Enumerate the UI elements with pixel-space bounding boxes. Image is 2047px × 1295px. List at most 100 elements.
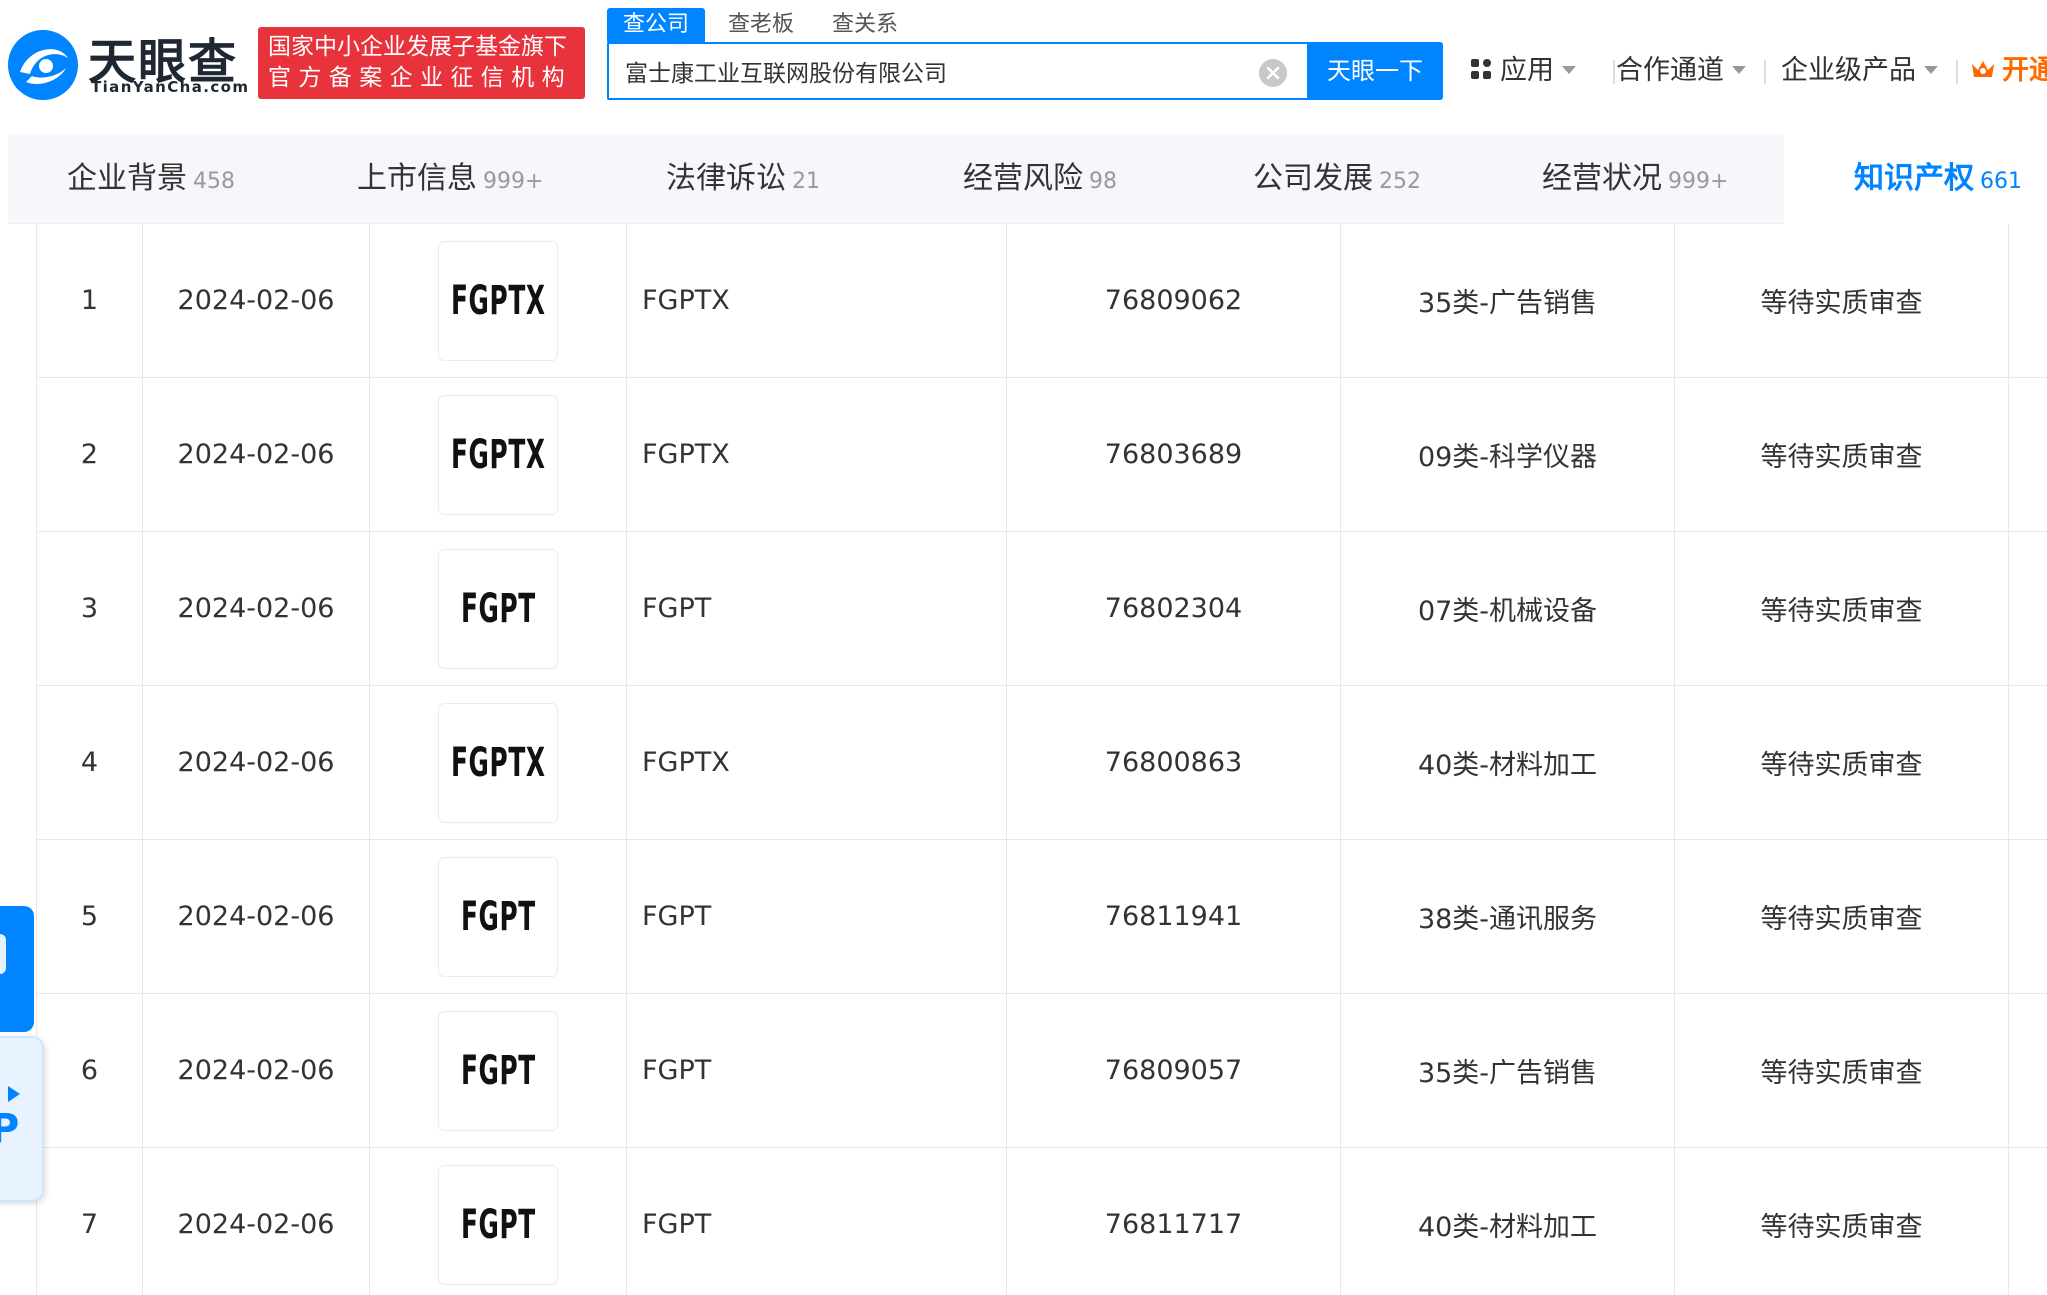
trademark-status: 等待实质审查 (1675, 224, 2009, 377)
registration-number: 76811717 (1007, 1148, 1341, 1295)
search-input[interactable] (625, 53, 1245, 89)
side-service-widget[interactable] (0, 906, 34, 1032)
tab-business-status[interactable]: 经营状况 999+ (1542, 134, 1728, 224)
international-class: 35类-广告销售 (1341, 994, 1675, 1147)
nav-partner-label: 合作通道 (1616, 55, 1724, 86)
trademark-image[interactable]: FGPTX (438, 240, 558, 361)
tianyancha-logo-icon[interactable] (6, 28, 80, 102)
nav-apps-label: 应用 (1500, 55, 1554, 86)
tab-company-development[interactable]: 公司发展 252 (1253, 134, 1421, 224)
trademark-name[interactable]: FGPT (627, 840, 1007, 993)
trademark-image[interactable]: FGPT (438, 856, 558, 977)
tab-listing-info[interactable]: 上市信息 999+ (357, 134, 543, 224)
nav-divider (1613, 60, 1615, 84)
application-date: 2024-02-06 (143, 224, 370, 377)
tab-intellectual-property[interactable]: 知识产权 661 (1784, 134, 2047, 224)
row-index: 7 (37, 1148, 143, 1295)
trademark-image[interactable]: FGPT (438, 548, 558, 669)
table-row: 2 2024-02-06 FGPTX FGPTX 76803689 09类-科学… (37, 378, 2047, 532)
search-button[interactable]: 天眼一下 (1307, 42, 1443, 100)
trademark-image[interactable]: FGPTX (438, 702, 558, 823)
search-tab-company[interactable]: 查公司 (607, 8, 706, 42)
tab-count: 21 (792, 169, 820, 194)
trademark-image[interactable]: FGPTX (438, 394, 558, 515)
official-badge: 国家中小企业发展子基金旗下 官方备案企业征信机构 (258, 27, 585, 99)
registration-number: 76811941 (1007, 840, 1341, 993)
trademark-name[interactable]: FGPTX (627, 686, 1007, 839)
tab-company-background[interactable]: 企业背景 458 (67, 134, 235, 224)
table-row: 7 2024-02-06 FGPT FGPT 76811717 40类-材料加工… (37, 1148, 2047, 1295)
tab-label: 上市信息 (357, 161, 477, 196)
row-index: 5 (37, 840, 143, 993)
trademark-name[interactable]: FGPT (627, 532, 1007, 685)
row-index: 2 (37, 378, 143, 531)
trademark-name[interactable]: FGPTX (627, 224, 1007, 377)
trademark-image-cell: FGPTX (370, 378, 627, 531)
trademark-name[interactable]: FGPT (627, 994, 1007, 1147)
trademark-image-text: FGPTX (450, 431, 546, 478)
brand-domain: TianYanCha.com (91, 78, 250, 96)
trademark-image-text: FGPT (460, 1201, 536, 1248)
tab-label: 公司发展 (1253, 161, 1373, 196)
trademark-image[interactable]: FGPT (438, 1164, 558, 1285)
chevron-down-icon (1562, 65, 1576, 74)
tab-count: 999+ (483, 169, 544, 194)
tab-count: 661 (1980, 169, 2022, 194)
trademark-image-text: FGPTX (450, 739, 546, 786)
tab-count: 252 (1379, 169, 1421, 194)
trademark-image-text: FGPT (460, 893, 536, 940)
nav-partner[interactable]: 合作通道 (1616, 48, 1746, 94)
trademark-table: 1 2024-02-06 FGPTX FGPTX 76809062 35类-广告… (36, 224, 2047, 1295)
trademark-image-cell: FGPT (370, 532, 627, 685)
application-date: 2024-02-06 (143, 378, 370, 531)
trademark-image-text: FGPTX (450, 277, 546, 324)
trademark-name[interactable]: FGPT (627, 1148, 1007, 1295)
nav-enterprise-label: 企业级产品 (1781, 55, 1916, 86)
chat-bubble-icon (0, 934, 6, 974)
tab-count: 458 (193, 169, 235, 194)
table-row: 1 2024-02-06 FGPTX FGPTX 76809062 35类-广告… (37, 224, 2047, 378)
trademark-name[interactable]: FGPTX (627, 378, 1007, 531)
trademark-image-text: FGPT (460, 1047, 536, 1094)
tab-label: 知识产权 (1854, 161, 1974, 196)
badge-line-1: 国家中小企业发展子基金旗下 (268, 34, 567, 60)
widget-letter: P (0, 1106, 20, 1152)
international-class: 40类-材料加工 (1341, 1148, 1675, 1295)
international-class: 07类-机械设备 (1341, 532, 1675, 685)
nav-apps[interactable]: 应用 (1470, 48, 1576, 94)
tab-label: 法律诉讼 (666, 161, 786, 196)
search-tab-relation[interactable]: 查关系 (832, 8, 898, 42)
search-box (607, 42, 1307, 100)
nav-enterprise[interactable]: 企业级产品 (1781, 48, 1938, 94)
side-app-download-widget[interactable]: P (0, 1036, 44, 1202)
registration-number: 76800863 (1007, 686, 1341, 839)
tab-business-risk[interactable]: 经营风险 98 (963, 134, 1117, 224)
trademark-image[interactable]: FGPT (438, 1010, 558, 1131)
registration-number: 76809057 (1007, 994, 1341, 1147)
international-class: 40类-材料加工 (1341, 686, 1675, 839)
application-date: 2024-02-06 (143, 686, 370, 839)
application-date: 2024-02-06 (143, 1148, 370, 1295)
row-tail-cell (2009, 532, 2047, 685)
table-row: 5 2024-02-06 FGPT FGPT 76811941 38类-通讯服务… (37, 840, 2047, 994)
tab-label: 经营风险 (963, 161, 1083, 196)
trademark-image-cell: FGPT (370, 994, 627, 1147)
international-class: 35类-广告销售 (1341, 224, 1675, 377)
registration-number: 76809062 (1007, 224, 1341, 377)
clear-icon[interactable] (1259, 59, 1287, 87)
row-index: 6 (37, 994, 143, 1147)
search-tab-boss[interactable]: 查老板 (728, 8, 794, 42)
nav-open-vip[interactable]: 开通 (1970, 48, 2047, 94)
row-index: 1 (37, 224, 143, 377)
apps-grid-icon (1471, 59, 1491, 79)
registration-number: 76803689 (1007, 378, 1341, 531)
tab-label: 经营状况 (1542, 161, 1662, 196)
trademark-image-cell: FGPT (370, 1148, 627, 1295)
row-tail-cell (2009, 1148, 2047, 1295)
tab-litigation[interactable]: 法律诉讼 21 (666, 134, 820, 224)
trademark-status: 等待实质审查 (1675, 686, 2009, 839)
play-icon (8, 1086, 20, 1102)
row-index: 4 (37, 686, 143, 839)
nav-open-label: 开通 (2002, 55, 2047, 86)
badge-line-2: 官方备案企业征信机构 (268, 65, 572, 91)
